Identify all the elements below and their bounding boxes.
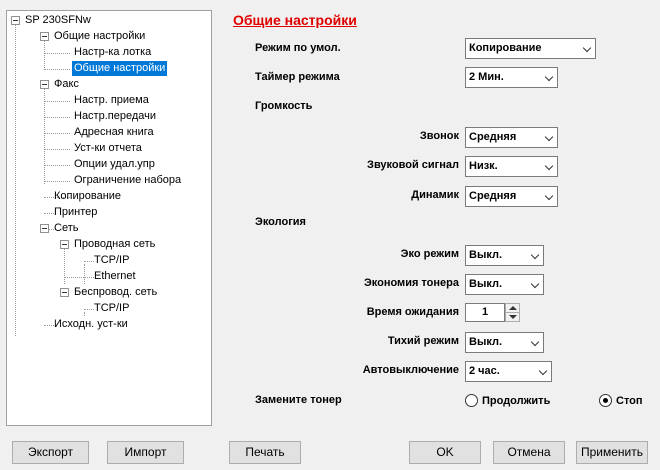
- collapse-icon[interactable]: [11, 16, 20, 25]
- page-title: Общие настройки: [233, 12, 357, 28]
- continue-radio[interactable]: [465, 394, 478, 407]
- chevron-down-icon: [530, 279, 540, 289]
- collapse-icon[interactable]: [40, 32, 49, 41]
- sleep-time-spinner[interactable]: [505, 303, 520, 322]
- eco-mode-select[interactable]: Выкл.: [465, 245, 544, 266]
- settings-tree[interactable]: SP 230SFNw Общие настройки Настр-ка лотк…: [6, 10, 212, 426]
- ring-volume-value: Средняя: [469, 131, 517, 143]
- ok-button[interactable]: OK: [409, 441, 481, 464]
- toner-save-label: Экономия тонера: [363, 277, 459, 289]
- eco-mode-label: Эко режим: [400, 248, 459, 260]
- toner-save-value: Выкл.: [469, 278, 503, 290]
- mode-timer-select[interactable]: 2 Мин.: [465, 67, 558, 88]
- tree-item-remote[interactable]: Опции удал.упр: [72, 157, 157, 172]
- collapse-icon[interactable]: [60, 240, 69, 249]
- stop-radio[interactable]: [599, 394, 612, 407]
- collapse-icon[interactable]: [40, 80, 49, 89]
- collapse-icon[interactable]: [40, 224, 49, 233]
- tree-item-wireless[interactable]: Беспровод. сеть: [72, 285, 159, 300]
- export-button[interactable]: Экспорт: [12, 441, 89, 464]
- tree-item-send[interactable]: Настр.передачи: [72, 109, 158, 124]
- replace-toner-label: Замените тонер: [255, 394, 342, 406]
- toner-save-select[interactable]: Выкл.: [465, 274, 544, 295]
- default-mode-value: Копирование: [469, 42, 542, 54]
- cancel-button[interactable]: Отмена: [493, 441, 565, 464]
- beep-label: Звуковой сигнал: [367, 159, 459, 171]
- mode-timer-value: 2 Мин.: [469, 71, 504, 83]
- chevron-down-icon: [544, 132, 554, 142]
- tree-item-copy[interactable]: Копирование: [52, 189, 123, 204]
- tree-item-reset[interactable]: Исходн. уст-ки: [52, 317, 130, 332]
- chevron-down-icon: [544, 191, 554, 201]
- tree-item-address-book[interactable]: Адресная книга: [72, 125, 156, 140]
- speaker-label: Динамик: [411, 189, 459, 201]
- quiet-mode-select[interactable]: Выкл.: [465, 332, 544, 353]
- default-mode-label: Режим по умол.: [255, 42, 341, 54]
- tree-item-wired[interactable]: Проводная сеть: [72, 237, 157, 252]
- tree-item-tray[interactable]: Настр-ка лотка: [72, 45, 153, 60]
- tree-item-report[interactable]: Уст-ки отчета: [72, 141, 144, 156]
- tree-item-dial-restriction[interactable]: Ограничение набора: [72, 173, 183, 188]
- chevron-down-icon: [538, 366, 548, 376]
- tree-item-wireless-tcpip[interactable]: TCP/IP: [92, 301, 131, 316]
- speaker-volume-select[interactable]: Средняя: [465, 186, 558, 207]
- tree-item-general-settings[interactable]: Общие настройки: [72, 61, 168, 76]
- ring-label: Звонок: [419, 130, 459, 142]
- beep-volume-select[interactable]: Низк.: [465, 156, 558, 177]
- auto-off-label: Автовыключение: [362, 364, 459, 376]
- chevron-down-icon: [544, 72, 554, 82]
- continue-label[interactable]: Продолжить: [482, 395, 550, 407]
- sleep-time-label: Время ожидания: [366, 306, 459, 318]
- ecology-section-label: Экология: [255, 216, 306, 228]
- tree-item-ethernet[interactable]: Ethernet: [92, 269, 138, 284]
- auto-off-select[interactable]: 2 час.: [465, 361, 552, 382]
- spin-up-icon[interactable]: [509, 306, 517, 310]
- auto-off-value: 2 час.: [469, 365, 500, 377]
- volume-section-label: Громкость: [255, 100, 313, 112]
- print-button[interactable]: Печать: [229, 441, 301, 464]
- tree-item-network[interactable]: Сеть: [52, 221, 80, 236]
- quiet-mode-label: Тихий режим: [387, 335, 459, 347]
- eco-mode-value: Выкл.: [469, 249, 503, 261]
- tree-item-printer[interactable]: Принтер: [52, 205, 99, 220]
- speaker-volume-value: Средняя: [469, 190, 517, 202]
- spin-down-icon[interactable]: [509, 315, 517, 319]
- tree-item-wired-tcpip[interactable]: TCP/IP: [92, 253, 131, 268]
- chevron-down-icon: [582, 43, 592, 53]
- apply-button[interactable]: Применить: [576, 441, 648, 464]
- chevron-down-icon: [530, 250, 540, 260]
- tree-item-fax[interactable]: Факс: [52, 77, 81, 92]
- tree-item-receive[interactable]: Настр. приема: [72, 93, 151, 108]
- stop-label[interactable]: Стоп: [616, 395, 643, 407]
- sleep-time-input[interactable]: 1: [465, 303, 505, 322]
- collapse-icon[interactable]: [60, 288, 69, 297]
- quiet-mode-value: Выкл.: [469, 336, 503, 348]
- default-mode-select[interactable]: Копирование: [465, 38, 596, 59]
- tree-root[interactable]: SP 230SFNw: [23, 13, 93, 28]
- tree-item-general[interactable]: Общие настройки: [52, 29, 147, 44]
- chevron-down-icon: [544, 161, 554, 171]
- beep-volume-value: Низк.: [469, 160, 498, 172]
- ring-volume-select[interactable]: Средняя: [465, 127, 558, 148]
- chevron-down-icon: [530, 337, 540, 347]
- import-button[interactable]: Импорт: [107, 441, 184, 464]
- mode-timer-label: Таймер режима: [255, 71, 340, 83]
